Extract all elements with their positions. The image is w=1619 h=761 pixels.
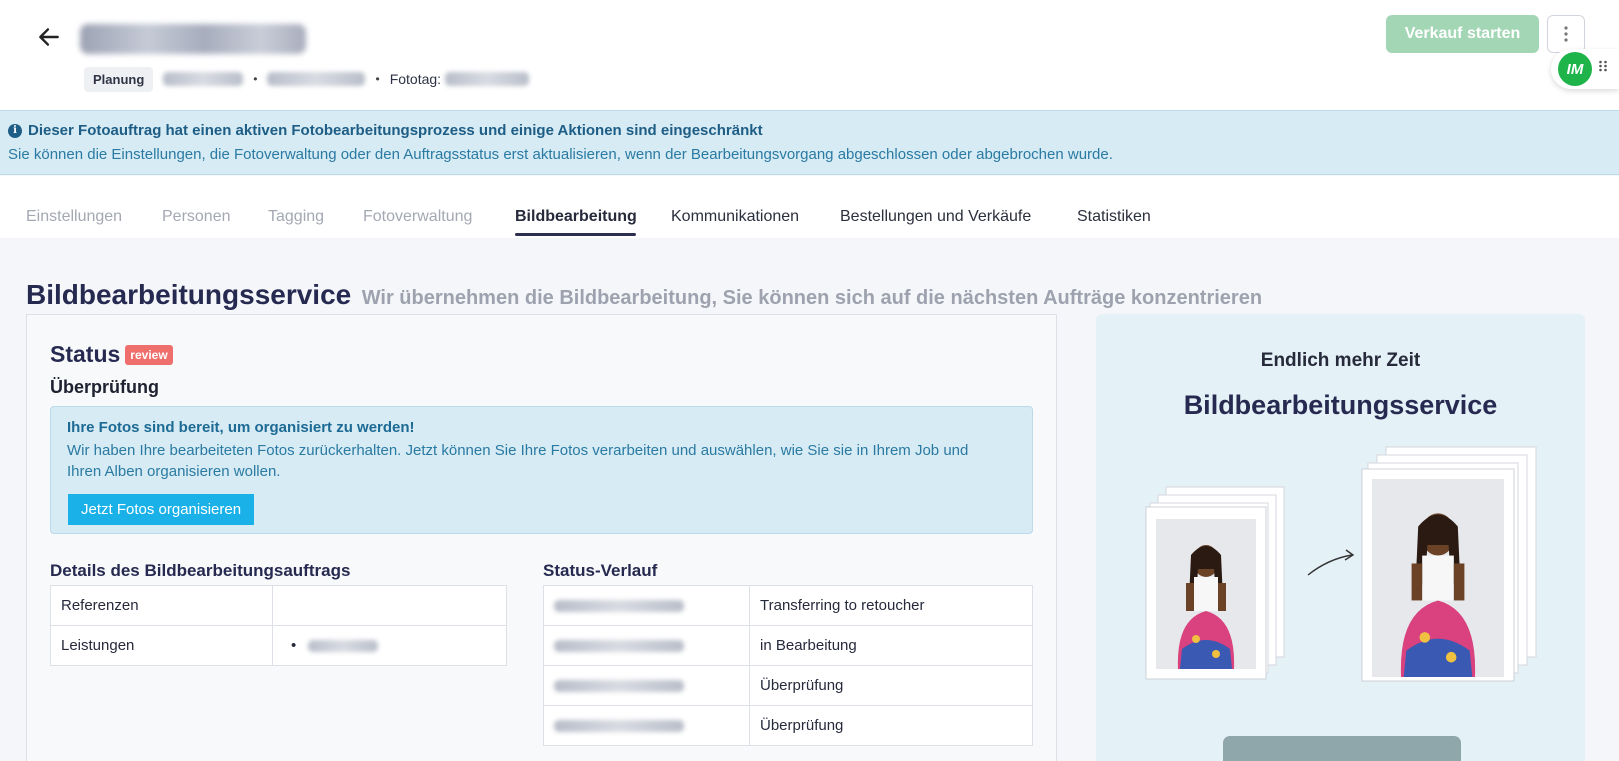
promo-title: Bildbearbeitungsservice bbox=[1183, 390, 1498, 420]
details-title: Details des Bildbearbeitungsauftrags bbox=[50, 561, 351, 580]
tab-bildbearbeitung[interactable]: Bildbearbeitung bbox=[515, 208, 637, 226]
history-status: Überprüfung bbox=[749, 665, 1033, 706]
tab-fotoverwaltung[interactable]: Fotoverwaltung bbox=[363, 208, 472, 226]
active-tab-indicator bbox=[515, 233, 636, 236]
service-redacted bbox=[308, 640, 379, 653]
table-row: Referenzen bbox=[50, 585, 507, 626]
arrow-left-icon[interactable] bbox=[36, 24, 62, 50]
details-key: Referenzen bbox=[50, 585, 273, 626]
alert-title: Ihre Fotos sind bereit, um organisiert z… bbox=[67, 419, 415, 436]
start-sale-button[interactable]: Verkauf starten bbox=[1386, 15, 1539, 53]
status-heading: Status review bbox=[50, 341, 173, 368]
history-status: Transferring to retoucher bbox=[749, 585, 1033, 626]
job-code-redacted bbox=[163, 72, 244, 86]
date-redacted bbox=[554, 680, 684, 693]
before-photo-stack bbox=[1145, 486, 1285, 680]
banner-text: Sie können die Einstellungen, die Fotove… bbox=[8, 146, 1113, 163]
table-row: Leistungen • bbox=[50, 625, 507, 666]
promo-kicker: Endlich mehr Zeit bbox=[1260, 350, 1421, 371]
avatar[interactable]: IM bbox=[1558, 52, 1592, 86]
separator-dot: • bbox=[375, 72, 380, 86]
history-date bbox=[543, 705, 750, 746]
retouching-promo-card: Endlich mehr Zeit Bildbearbeitungsservic… bbox=[1096, 314, 1585, 761]
phototag-label: Fototag: bbox=[389, 71, 442, 87]
table-row: Überprüfung bbox=[543, 665, 1033, 706]
alert-text: Wir haben Ihre bearbeiteten Fotos zurück… bbox=[67, 442, 969, 480]
editing-status-card: Status review Überprüfung Ihre Fotos sin… bbox=[26, 314, 1057, 761]
status-label: Status bbox=[50, 341, 121, 367]
category-redacted bbox=[267, 72, 366, 86]
bullet: • bbox=[291, 637, 297, 654]
tab-statistiken[interactable]: Statistiken bbox=[1077, 208, 1151, 226]
status-pill: Planung bbox=[84, 66, 154, 92]
section-heading: Bildbearbeitungsservice Wir übernehmen d… bbox=[26, 279, 1262, 311]
promo-cta-button[interactable] bbox=[1223, 736, 1461, 761]
tab-bestellungen[interactable]: Bestellungen und Verkäufe bbox=[840, 208, 1031, 226]
table-row: Transferring to retoucher bbox=[543, 585, 1033, 626]
tab-tagging[interactable]: Tagging bbox=[268, 208, 324, 226]
page-subtitle: Wir übernehmen die Bildbearbeitung, Sie … bbox=[361, 287, 1263, 309]
restriction-banner: i Dieser Fotoauftrag hat einen aktiven F… bbox=[0, 110, 1619, 175]
banner-title: Dieser Fotoauftrag hat einen aktiven Fot… bbox=[28, 122, 763, 139]
history-date bbox=[543, 585, 750, 626]
details-key: Leistungen bbox=[50, 625, 273, 666]
info-icon: i bbox=[8, 123, 22, 138]
history-status: Überprüfung bbox=[749, 705, 1033, 746]
after-photo-stack bbox=[1361, 446, 1537, 682]
details-value bbox=[272, 585, 507, 626]
separator-dot: • bbox=[253, 72, 258, 86]
page-title: Bildbearbeitungsservice bbox=[26, 279, 352, 310]
before-after-illustration bbox=[1145, 446, 1537, 682]
job-meta: Planung • • Fototag: bbox=[84, 66, 530, 92]
page-header: Planung • • Fototag: Verkauf starten IM bbox=[0, 0, 1619, 110]
history-status: in Bearbeitung bbox=[749, 625, 1033, 666]
history-date bbox=[543, 665, 750, 706]
date-redacted bbox=[554, 720, 684, 733]
phototag-date-redacted bbox=[445, 72, 530, 86]
history-date bbox=[543, 625, 750, 666]
tab-einstellungen[interactable]: Einstellungen bbox=[26, 208, 122, 226]
table-row: in Bearbeitung bbox=[543, 625, 1033, 666]
details-value: • bbox=[272, 625, 507, 666]
date-redacted bbox=[554, 640, 684, 653]
date-redacted bbox=[554, 600, 684, 613]
user-widget[interactable]: IM bbox=[1551, 49, 1619, 89]
details-table: Referenzen Leistungen • bbox=[50, 585, 507, 666]
status-step: Überprüfung bbox=[50, 377, 159, 397]
job-title-redacted bbox=[80, 24, 306, 54]
organize-photos-button[interactable]: Jetzt Fotos organisieren bbox=[68, 494, 255, 525]
photos-ready-alert: Ihre Fotos sind bereit, um organisiert z… bbox=[50, 406, 1033, 534]
status-badge: review bbox=[125, 344, 173, 365]
banner-title-row: i Dieser Fotoauftrag hat einen aktiven F… bbox=[8, 122, 1611, 139]
curved-arrow-icon bbox=[1307, 554, 1353, 576]
kebab-menu-icon[interactable] bbox=[1547, 15, 1585, 53]
status-history-table: Transferring to retoucher in Bearbeitung… bbox=[543, 585, 1033, 746]
history-title: Status-Verlauf bbox=[543, 561, 658, 580]
tab-kommunikationen[interactable]: Kommunikationen bbox=[671, 208, 799, 226]
tab-personen[interactable]: Personen bbox=[162, 208, 231, 226]
drag-handle-icon[interactable] bbox=[1598, 59, 1608, 73]
tab-bar: Einstellungen Personen Tagging Fotoverwa… bbox=[0, 176, 1619, 238]
table-row: Überprüfung bbox=[543, 705, 1033, 746]
